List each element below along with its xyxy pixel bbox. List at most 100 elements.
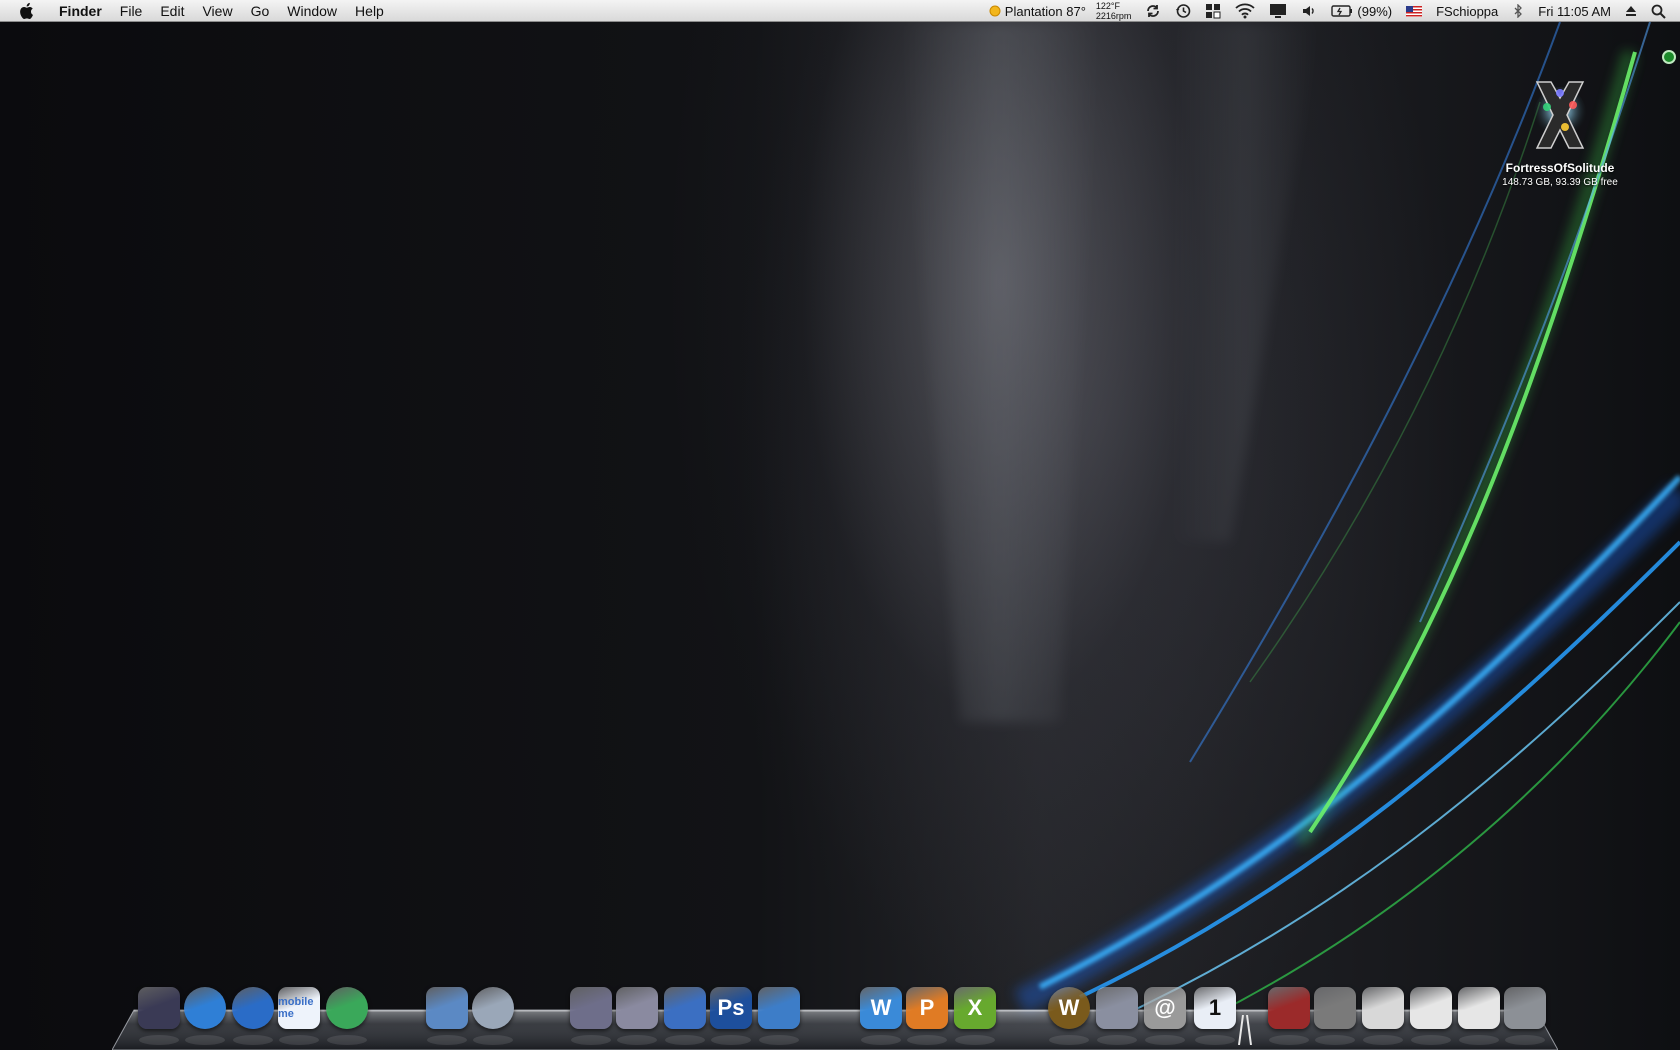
trash-icon [1504,987,1546,1029]
dock-item-iphoto[interactable] [756,985,802,1045]
desktop-volume-fortress[interactable]: FortressOfSolitude 148.73 GB, 93.39 GB f… [1498,77,1622,188]
battery-percent: (99%) [1357,3,1393,19]
dock-reflection [1195,1035,1235,1045]
dock-item-downloads-stack[interactable] [1456,985,1502,1045]
dock-item-vmware[interactable] [1094,985,1140,1045]
dock-reflection [233,1035,273,1045]
dock-item-ical[interactable]: 1 [1192,985,1238,1045]
cloud-icon: mobile me [278,987,320,1029]
dock-item-preview[interactable] [424,985,470,1045]
dock-reflection [1363,1035,1403,1045]
battery-icon [1331,5,1353,17]
time-machine-icon[interactable] [1175,3,1191,19]
desktop-wallpaper: FortressOfSolitude 148.73 GB, 93.39 GB f… [0,22,1680,1050]
pdf-icon [1362,987,1404,1029]
dock-reflection [617,1035,657,1045]
menu-view[interactable]: View [193,0,241,22]
dock-item-keynote[interactable] [568,985,614,1045]
compass-icon [232,987,274,1029]
dock-item-world-of-warcraft[interactable]: W [1046,985,1092,1045]
dock-icon-label: @ [1154,995,1176,1020]
dock-item-apple-logo-app[interactable] [136,985,182,1045]
menu-app-finder[interactable]: Finder [50,0,111,22]
wallpaper-light-streaks [900,22,1680,1023]
dock-item-world-app[interactable] [324,985,370,1045]
dock-reflection [327,1035,367,1045]
menu-window[interactable]: Window [278,0,346,22]
dock-item-itunes[interactable] [470,985,516,1045]
dock-reflection [1411,1035,1451,1045]
at-sign-icon: @ [1144,987,1186,1029]
dock-item-word[interactable]: W [858,985,904,1045]
dock-item-globe-app[interactable] [182,985,228,1045]
fan-speed-reading: 2216rpm [1095,11,1132,21]
dock-item-powerpoint[interactable]: P [904,985,950,1045]
spaces-icon[interactable] [1205,3,1221,19]
weather-menu[interactable]: Plantation 87° [988,4,1086,19]
temperature-monitor[interactable]: 122°F 2216rpm [1096,1,1132,21]
spotlight-search-icon[interactable] [1651,4,1666,19]
menu-go[interactable]: Go [242,0,279,22]
temperature-reading: 122°F [1095,1,1121,11]
dock-icon-label: X [967,995,983,1020]
download-icon [1458,987,1500,1029]
dock-reflection [1269,1035,1309,1045]
input-source-flag-icon[interactable] [1406,5,1423,17]
menu-bar: Finder File Edit View Go Window Help Pla… [0,0,1680,22]
word-icon: W [860,987,902,1029]
dock-item-safari[interactable] [230,985,276,1045]
apple-menu-icon[interactable] [18,2,36,20]
user-name[interactable]: FSchioppa [1436,4,1498,19]
chart-icon [570,987,612,1029]
dock-reflection [1505,1035,1545,1045]
battery-menu[interactable]: (99%) [1331,4,1392,19]
dock-reflection [759,1035,799,1045]
dock-reflection [1145,1035,1185,1045]
dock-item-login-window[interactable] [1312,985,1358,1045]
dock-reflection [1049,1035,1089,1045]
panther-icon [1268,987,1310,1029]
dock-reflection [907,1035,947,1045]
clock[interactable]: Fri 11:05 AM [1538,4,1611,19]
wow-icon: W [1048,987,1090,1029]
dock-reflection [1459,1035,1499,1045]
menu-edit[interactable]: Edit [151,0,193,22]
wifi-icon[interactable] [1235,3,1256,19]
dock-reflection [1097,1035,1137,1045]
dock-item-pen-app[interactable] [614,985,660,1045]
bluetooth-icon[interactable] [1512,4,1524,18]
document-icon [1410,987,1452,1029]
eject-icon[interactable] [1625,5,1637,17]
earth-icon [326,987,368,1029]
dock-item-trash[interactable] [1502,985,1548,1045]
preview-icon [426,987,468,1029]
menu-file[interactable]: File [111,0,152,22]
photoshop-icon: Ps [710,987,752,1029]
dock-item-excel[interactable]: X [952,985,998,1045]
dock-item-mobileme[interactable]: mobile me [276,985,322,1045]
camera-icon [758,987,800,1029]
music-note-icon [472,987,514,1029]
dock-item-address-book[interactable]: @ [1142,985,1188,1045]
dock-item-photoshop[interactable]: Ps [708,985,754,1045]
apple-icon [138,987,180,1029]
sun-icon [989,5,1001,17]
sync-icon[interactable] [1145,3,1161,19]
dock-separator[interactable] [1238,1015,1252,1045]
dock-reflection [473,1035,513,1045]
dock-item-documents-stack[interactable] [1408,985,1454,1045]
vmware-icon [1096,987,1138,1029]
weather-text: Plantation 87° [1004,3,1086,19]
excel-icon: X [954,987,996,1029]
display-icon[interactable] [1269,3,1287,19]
dock-item-imovie[interactable] [662,985,708,1045]
status-indicator-dot [1662,50,1676,64]
dock: mobile me Ps W P X W @1 [0,985,1680,1045]
menu-help[interactable]: Help [346,0,393,22]
dock-reflection [1315,1035,1355,1045]
volume-name: FortressOfSolitude [1505,161,1615,175]
dock-item-florida-panthers[interactable] [1266,985,1312,1045]
dock-reflection [711,1035,751,1045]
volume-icon[interactable] [1301,3,1317,19]
dock-item-pdf-stack[interactable] [1360,985,1406,1045]
